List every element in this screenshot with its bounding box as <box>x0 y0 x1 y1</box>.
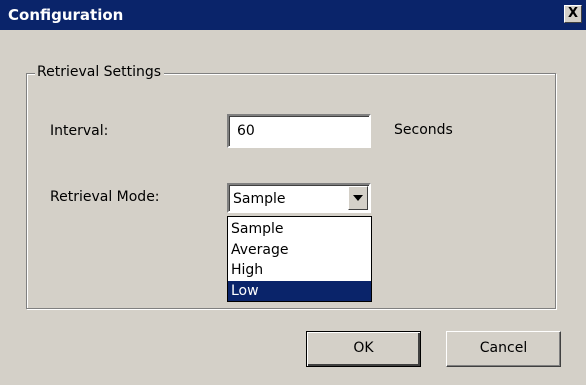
dropdown-option-high[interactable]: High <box>228 260 371 281</box>
ok-button[interactable]: OK <box>306 331 421 367</box>
retrieval-mode-label: Retrieval Mode: <box>50 189 160 205</box>
interval-unit-label: Seconds <box>394 122 453 138</box>
interval-label: Interval: <box>50 123 109 139</box>
cancel-button[interactable]: Cancel <box>446 331 561 367</box>
interval-input[interactable] <box>227 114 371 148</box>
configuration-dialog: Configuration X Retrieval Settings Inter… <box>0 0 586 385</box>
retrieval-mode-select[interactable]: Sample <box>227 183 371 213</box>
dropdown-option-average[interactable]: Average <box>228 240 371 261</box>
window-title: Configuration <box>8 6 124 24</box>
title-bar[interactable]: Configuration X <box>0 0 586 30</box>
retrieval-mode-value: Sample <box>233 191 286 207</box>
close-icon: X <box>567 6 579 21</box>
dropdown-option-low[interactable]: Low <box>228 280 371 301</box>
chevron-down-icon[interactable] <box>348 186 368 210</box>
group-label: Retrieval Settings <box>35 62 165 82</box>
close-button[interactable]: X <box>564 5 582 23</box>
retrieval-mode-dropdown: Sample Average High Low <box>227 216 372 302</box>
dropdown-option-sample[interactable]: Sample <box>228 219 371 240</box>
